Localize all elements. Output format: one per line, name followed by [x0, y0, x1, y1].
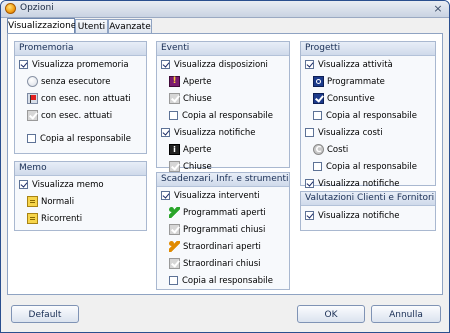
grey-check-icon: [169, 161, 180, 172]
promemoria-title: Promemoria: [15, 42, 146, 56]
tab-utenti[interactable]: Utenti: [75, 19, 108, 33]
checkbox[interactable]: [161, 128, 170, 137]
grey-check-icon: [169, 93, 180, 104]
app-icon: [5, 3, 16, 14]
target-icon: [313, 76, 324, 87]
valutazioni-title: Valutazioni Clienti e Fornitori: [301, 192, 435, 206]
checkbox[interactable]: [161, 191, 170, 200]
checkbox[interactable]: [27, 134, 36, 143]
blue-check-icon: [313, 93, 324, 104]
default-button[interactable]: Default: [11, 305, 79, 323]
window-title: Opzioni: [20, 3, 54, 13]
red-flag-icon: [27, 93, 38, 104]
valutazioni-group: Valutazioni Clienti e Fornitori Visualiz…: [300, 191, 436, 231]
checkbox[interactable]: [169, 276, 178, 285]
scadenzari-title: Scadenzari, Infr. e strumenti: [157, 173, 289, 187]
eventi-group: Eventi Visualizza disposizioni ! Aperte …: [156, 41, 290, 172]
eventi-title: Eventi: [157, 42, 289, 56]
tab-content: Promemoria Visualizza promemoria senza e…: [7, 33, 443, 295]
exclamation-icon: !: [169, 76, 180, 87]
checkbox[interactable]: [305, 128, 314, 137]
checkbox[interactable]: [313, 162, 322, 171]
checkbox[interactable]: [305, 179, 314, 188]
orange-wrench-icon: [169, 241, 180, 252]
memo-group: Memo Visualizza memo Normali Ricorrenti: [14, 161, 147, 231]
checkbox[interactable]: [19, 60, 28, 69]
cancel-button[interactable]: Annulla: [371, 305, 441, 323]
grey-check-icon: [169, 258, 180, 269]
memo-title: Memo: [15, 162, 146, 176]
yellow-note-icon: [27, 213, 38, 224]
options-window: Opzioni × Visualizzazione Utenti Avanzat…: [0, 0, 450, 333]
title-bar: Opzioni ×: [1, 1, 449, 18]
progetti-title: Progetti: [301, 42, 435, 56]
checkbox[interactable]: [169, 111, 178, 120]
info-icon: i: [169, 144, 180, 155]
grey-check-icon: [169, 224, 180, 235]
yellow-note-icon: [27, 196, 38, 207]
checkbox[interactable]: [305, 211, 314, 220]
checkbox[interactable]: [305, 60, 314, 69]
scadenzari-group: Scadenzari, Infr. e strumenti Visualizza…: [156, 172, 290, 290]
tab-avanzate[interactable]: Avanzate: [108, 19, 152, 33]
promemoria-group: Promemoria Visualizza promemoria senza e…: [14, 41, 147, 154]
checkbox[interactable]: [161, 60, 170, 69]
checkbox[interactable]: [19, 180, 28, 189]
ok-button[interactable]: OK: [297, 305, 365, 323]
grey-check-icon: [27, 110, 38, 121]
green-wrench-icon: [169, 207, 180, 218]
checkbox[interactable]: [313, 111, 322, 120]
tab-visualizzazione[interactable]: Visualizzazione: [7, 18, 76, 34]
copyright-icon: C: [313, 144, 324, 155]
white-circle-icon: [27, 76, 38, 87]
close-icon[interactable]: ×: [431, 2, 445, 15]
progetti-group: Progetti Visualizza attività Programmate…: [300, 41, 436, 189]
